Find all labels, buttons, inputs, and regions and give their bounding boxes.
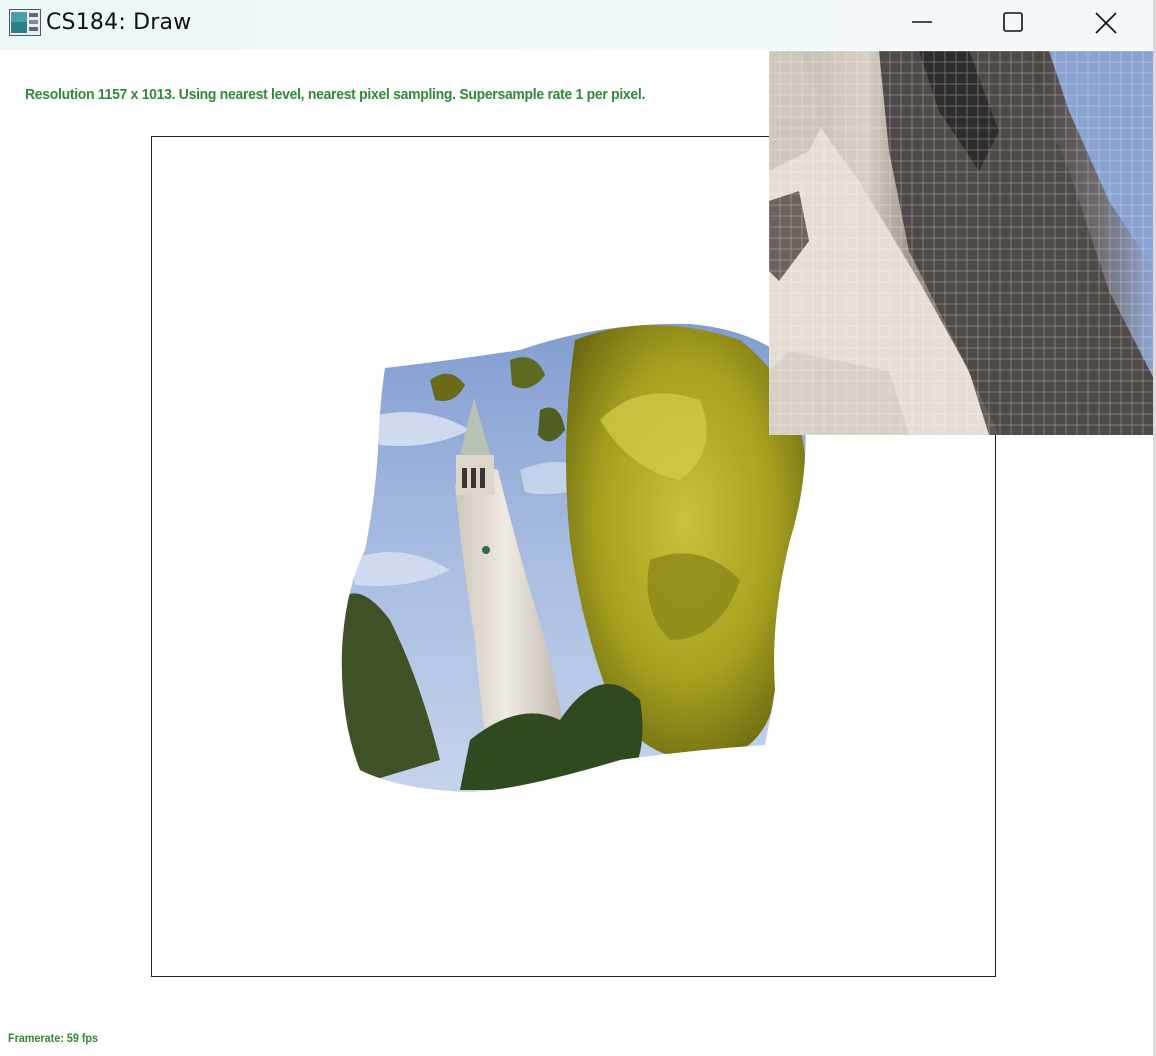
pixel-zoom-inset (769, 51, 1155, 435)
framerate-text: Framerate: 59 fps (8, 1031, 99, 1045)
